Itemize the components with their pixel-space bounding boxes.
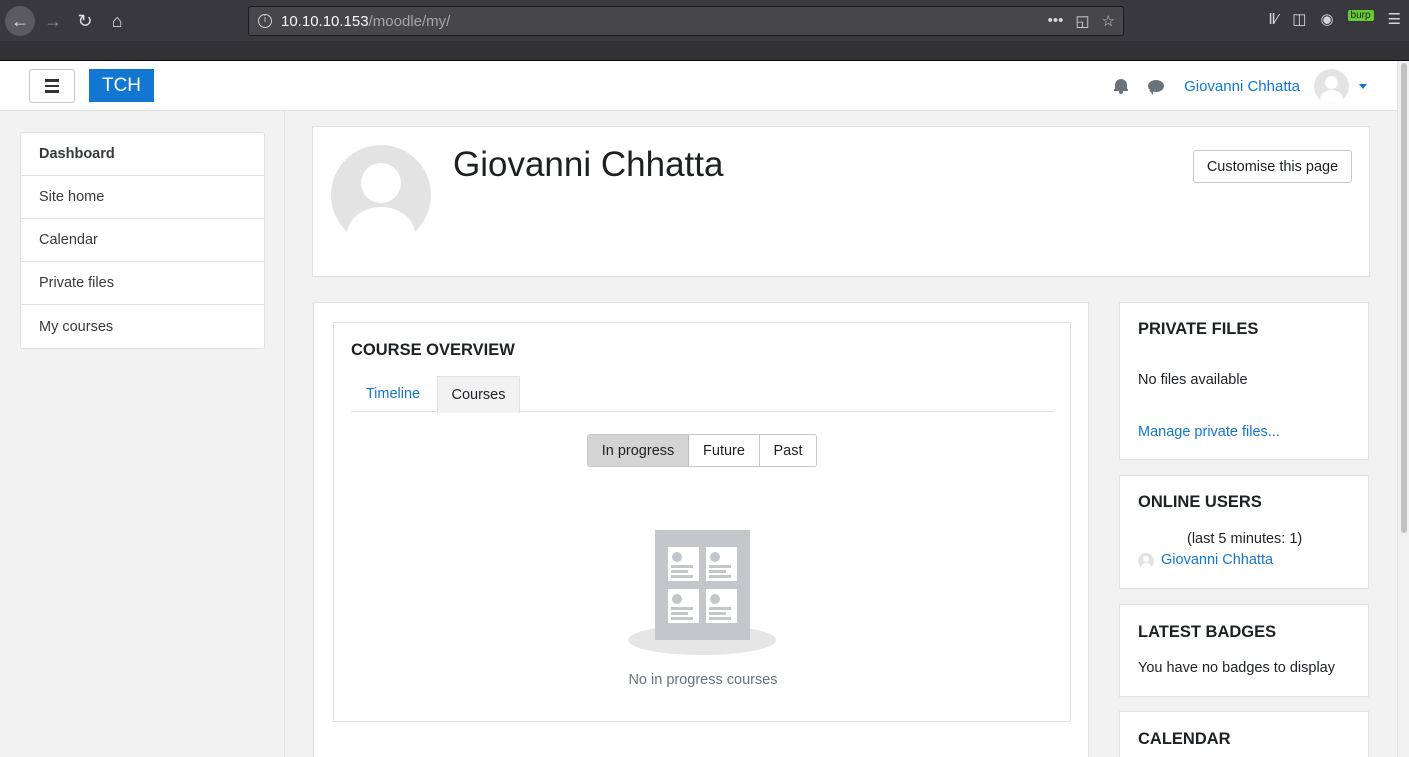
latest-badges-title: LATEST BADGES — [1138, 623, 1277, 641]
url-host: 10.10.10.153 — [281, 12, 369, 30]
online-users-block: ONLINE USERS (last 5 minutes: 1) Giovann… — [1119, 475, 1369, 589]
page-title: Giovanni Chhatta — [453, 145, 724, 184]
url-path: /moodle/my/ — [368, 12, 451, 30]
nav-list: Dashboard Site home Calendar Private fil… — [20, 132, 265, 349]
browser-toolbar: ← → ↻ ⌂ i 10.10.10.153/moodle/my/ ••• ◱ … — [0, 0, 1409, 61]
nav-drawer: Dashboard Site home Calendar Private fil… — [0, 111, 285, 757]
no-courses-illustration — [628, 529, 778, 655]
burp-badge: burp — [1347, 9, 1374, 21]
reload-icon[interactable]: ↻ — [70, 6, 100, 36]
nav-item-dashboard[interactable]: Dashboard — [21, 133, 264, 176]
nav-item-calendar[interactable]: Calendar — [21, 219, 264, 262]
filter-past-button[interactable]: Past — [760, 435, 816, 466]
back-icon[interactable]: ← — [5, 6, 35, 36]
filter-future-button[interactable]: Future — [689, 435, 760, 466]
forward-icon[interactable]: → — [38, 6, 68, 36]
bookmark-star-icon[interactable]: ☆ — [1102, 12, 1115, 30]
user-menu-name[interactable]: Giovanni Chhatta — [1184, 78, 1300, 95]
customise-page-button[interactable]: Customise this page — [1193, 150, 1352, 183]
tab-timeline[interactable]: Timeline — [351, 376, 435, 412]
bell-icon[interactable] — [1114, 78, 1129, 94]
burp-extension-icon[interactable]: burp — [1347, 9, 1374, 28]
page-header: Giovanni Chhatta Customise this page — [312, 126, 1370, 277]
avatar — [1138, 553, 1154, 569]
course-overview-tabs: Timeline Courses — [351, 376, 1054, 413]
private-files-text: No files available — [1138, 372, 1248, 388]
avatar[interactable] — [1314, 68, 1349, 104]
course-overview-block: COURSE OVERVIEW Timeline Courses In prog… — [333, 322, 1071, 722]
online-users-title: ONLINE USERS — [1138, 493, 1262, 511]
info-icon[interactable]: i — [258, 14, 272, 28]
latest-badges-block: LATEST BADGES You have no badges to disp… — [1119, 604, 1369, 697]
library-icon[interactable]: Ⅱ⁄ — [1268, 10, 1278, 28]
calendar-title: CALENDAR — [1138, 730, 1231, 748]
pocket-icon[interactable]: ◱ — [1075, 12, 1089, 30]
private-files-title: PRIVATE FILES — [1138, 320, 1259, 338]
tab-strip — [0, 41, 1409, 61]
nav-item-private-files[interactable]: Private files — [21, 262, 264, 305]
more-icon[interactable]: ••• — [1048, 12, 1064, 30]
site-header: TCH Giovanni Chhatta — [0, 61, 1397, 111]
menu-icon[interactable]: ☰ — [1388, 10, 1401, 28]
account-icon[interactable]: ◉ — [1320, 10, 1333, 28]
nav-item-my-courses[interactable]: My courses — [21, 305, 264, 348]
profile-avatar — [331, 145, 431, 245]
site-brand[interactable]: TCH — [89, 69, 154, 102]
drawer-toggle-button[interactable] — [29, 69, 75, 103]
page-scrollbar[interactable] — [1397, 61, 1409, 757]
private-files-block: PRIVATE FILES No files available Manage … — [1119, 302, 1369, 460]
online-user-link[interactable]: Giovanni Chhatta — [1161, 552, 1273, 568]
online-users-info: (last 5 minutes: 1) — [1187, 531, 1303, 547]
course-overview-title: COURSE OVERVIEW — [351, 341, 515, 359]
chevron-down-icon[interactable] — [1359, 83, 1367, 89]
manage-private-files-link[interactable]: Manage private files... — [1138, 424, 1280, 440]
tab-courses[interactable]: Courses — [437, 376, 520, 413]
latest-badges-text: You have no badges to display — [1138, 660, 1335, 676]
course-filter-group: In progress Future Past — [587, 434, 817, 467]
filter-in-progress-button[interactable]: In progress — [588, 435, 689, 466]
chat-icon[interactable] — [1148, 80, 1165, 95]
url-bar[interactable]: i 10.10.10.153/moodle/my/ ••• ◱ ☆ — [248, 6, 1124, 36]
nav-item-site-home[interactable]: Site home — [21, 176, 264, 219]
sidebar-icon[interactable]: ◫ — [1292, 10, 1306, 28]
empty-courses-text: No in progress courses — [628, 672, 778, 688]
main-region: COURSE OVERVIEW Timeline Courses In prog… — [313, 302, 1089, 757]
calendar-block: CALENDAR — [1119, 711, 1369, 757]
home-icon[interactable]: ⌂ — [102, 6, 132, 36]
